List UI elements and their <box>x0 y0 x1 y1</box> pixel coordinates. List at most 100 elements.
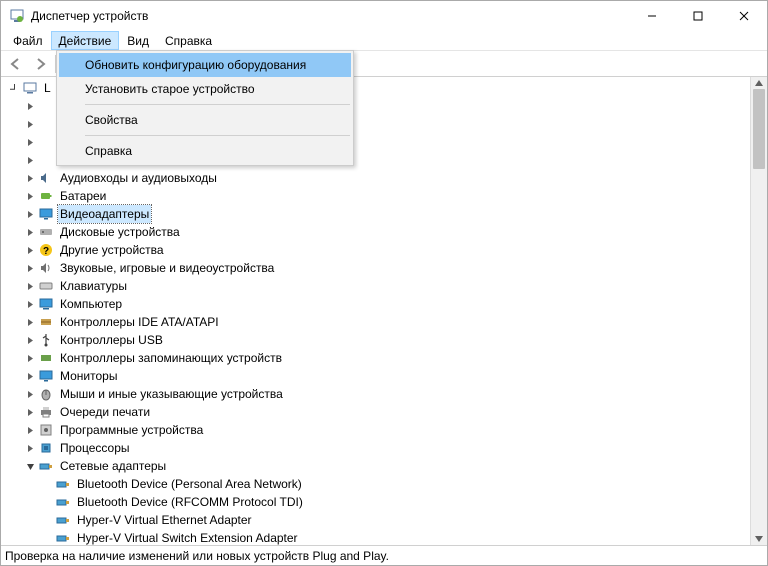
menu-properties[interactable]: Свойства <box>59 108 351 132</box>
tree-category-cpu[interactable]: Процессоры <box>5 439 767 457</box>
display-adapter-icon <box>38 206 54 222</box>
unknown-device-icon: ? <box>38 242 54 258</box>
tree-category-storage[interactable]: Контроллеры запоминающих устройств <box>5 349 767 367</box>
menu-help[interactable]: Справка <box>59 139 351 163</box>
device-icon <box>38 116 54 132</box>
ide-controller-icon <box>38 314 54 330</box>
tree-label: Контроллеры USB <box>58 331 165 349</box>
expand-toggle-icon[interactable] <box>23 405 37 419</box>
tree-category-sound[interactable]: Звуковые, игровые и видеоустройства <box>5 259 767 277</box>
expand-toggle-icon[interactable] <box>7 81 21 95</box>
expand-toggle-icon[interactable] <box>23 315 37 329</box>
tree-category-mouse[interactable]: Мыши и иные указывающие устройства <box>5 385 767 403</box>
nav-back-button[interactable] <box>5 53 27 75</box>
tree-label: Батареи <box>58 187 108 205</box>
tree-label: Звуковые, игровые и видеоустройства <box>58 259 276 277</box>
tree-category-disk[interactable]: Дисковые устройства <box>5 223 767 241</box>
tree-label: Bluetooth Device (RFCOMM Protocol TDI) <box>75 493 305 511</box>
scroll-thumb[interactable] <box>753 89 765 169</box>
scroll-up-icon[interactable] <box>751 77 767 89</box>
expand-toggle-icon[interactable] <box>23 135 37 149</box>
tree-category-battery[interactable]: Батареи <box>5 187 767 205</box>
tree-category-ide[interactable]: Контроллеры IDE ATA/ATAPI <box>5 313 767 331</box>
tree-label: Контроллеры запоминающих устройств <box>58 349 284 367</box>
titlebar: Диспетчер устройств <box>1 1 767 31</box>
tree-label: L <box>42 79 53 97</box>
expand-toggle-icon[interactable] <box>23 369 37 383</box>
audio-icon <box>38 170 54 186</box>
device-icon <box>38 152 54 168</box>
expand-toggle-icon[interactable] <box>23 387 37 401</box>
expand-toggle-icon[interactable] <box>23 441 37 455</box>
app-icon <box>9 8 25 24</box>
tree-category-audio[interactable]: Аудиовходы и аудиовыходы <box>5 169 767 187</box>
close-button[interactable] <box>721 1 767 31</box>
tree-device[interactable]: Bluetooth Device (RFCOMM Protocol TDI) <box>5 493 767 511</box>
tree-category-network[interactable]: Сетевые адаптеры <box>5 457 767 475</box>
network-adapter-icon <box>55 476 71 492</box>
tree-category-monitor[interactable]: Мониторы <box>5 367 767 385</box>
tree-label: Hyper-V Virtual Ethernet Adapter <box>75 511 254 529</box>
menu-file[interactable]: Файл <box>5 31 51 50</box>
vertical-scrollbar[interactable] <box>750 77 767 545</box>
tree-device[interactable]: Hyper-V Virtual Ethernet Adapter <box>5 511 767 529</box>
keyboard-icon <box>38 278 54 294</box>
statusbar: Проверка на наличие изменений или новых … <box>1 545 767 565</box>
tree-category-software[interactable]: Программные устройства <box>5 421 767 439</box>
tree-label: Аудиовходы и аудиовыходы <box>58 169 219 187</box>
tree-device[interactable]: Bluetooth Device (Personal Area Network) <box>5 475 767 493</box>
expand-toggle-icon[interactable] <box>23 351 37 365</box>
tree-label: Процессоры <box>58 439 132 457</box>
expand-toggle-icon[interactable] <box>23 189 37 203</box>
disk-icon <box>38 224 54 240</box>
menu-add-legacy[interactable]: Установить старое устройство <box>59 77 351 101</box>
tree-category-other[interactable]: ?Другие устройства <box>5 241 767 259</box>
expand-toggle-icon[interactable] <box>23 333 37 347</box>
tree-label: Bluetooth Device (Personal Area Network) <box>75 475 304 493</box>
expand-toggle-icon[interactable] <box>23 261 37 275</box>
pc-icon <box>38 296 54 312</box>
tree-label: Другие устройства <box>58 241 166 259</box>
tree-category-computer[interactable]: Компьютер <box>5 295 767 313</box>
tree-category-usb[interactable]: Контроллеры USB <box>5 331 767 349</box>
speaker-icon <box>38 260 54 276</box>
computer-icon <box>22 80 38 96</box>
monitor-icon <box>38 368 54 384</box>
expand-toggle-icon[interactable] <box>23 459 37 473</box>
menu-action[interactable]: Действие <box>51 31 120 50</box>
tree-category-video[interactable]: Видеоадаптеры <box>5 205 767 223</box>
network-adapter-icon <box>55 494 71 510</box>
menu-scan-hardware[interactable]: Обновить конфигурацию оборудования <box>59 53 351 77</box>
expand-toggle-icon[interactable] <box>23 99 37 113</box>
tree-label: Мониторы <box>58 367 119 385</box>
expand-toggle-icon[interactable] <box>23 279 37 293</box>
expand-toggle-icon[interactable] <box>23 243 37 257</box>
menu-view[interactable]: Вид <box>119 31 157 50</box>
menu-help[interactable]: Справка <box>157 31 220 50</box>
scroll-down-icon[interactable] <box>751 533 767 545</box>
tree-device[interactable]: Hyper-V Virtual Switch Extension Adapter <box>5 529 767 545</box>
menu-separator <box>85 104 350 105</box>
minimize-button[interactable] <box>629 1 675 31</box>
expand-toggle-icon[interactable] <box>23 423 37 437</box>
action-dropdown-menu: Обновить конфигурацию оборудования Устан… <box>56 50 354 166</box>
tree-label: Сетевые адаптеры <box>58 457 168 475</box>
expand-toggle-icon[interactable] <box>23 171 37 185</box>
tree-category-keyboard[interactable]: Клавиатуры <box>5 277 767 295</box>
tree-category-print[interactable]: Очереди печати <box>5 403 767 421</box>
network-adapter-icon <box>55 530 71 545</box>
expand-toggle-icon[interactable] <box>23 207 37 221</box>
software-device-icon <box>38 422 54 438</box>
maximize-button[interactable] <box>675 1 721 31</box>
tree-label: Дисковые устройства <box>58 223 182 241</box>
nav-forward-button[interactable] <box>29 53 51 75</box>
device-icon <box>38 134 54 150</box>
expand-toggle-icon[interactable] <box>23 117 37 131</box>
expand-toggle-icon[interactable] <box>23 297 37 311</box>
expand-toggle-icon[interactable] <box>23 153 37 167</box>
tree-label: Программные устройства <box>58 421 205 439</box>
expand-toggle-icon[interactable] <box>23 225 37 239</box>
menu-separator <box>85 135 350 136</box>
cpu-icon <box>38 440 54 456</box>
device-icon <box>38 98 54 114</box>
